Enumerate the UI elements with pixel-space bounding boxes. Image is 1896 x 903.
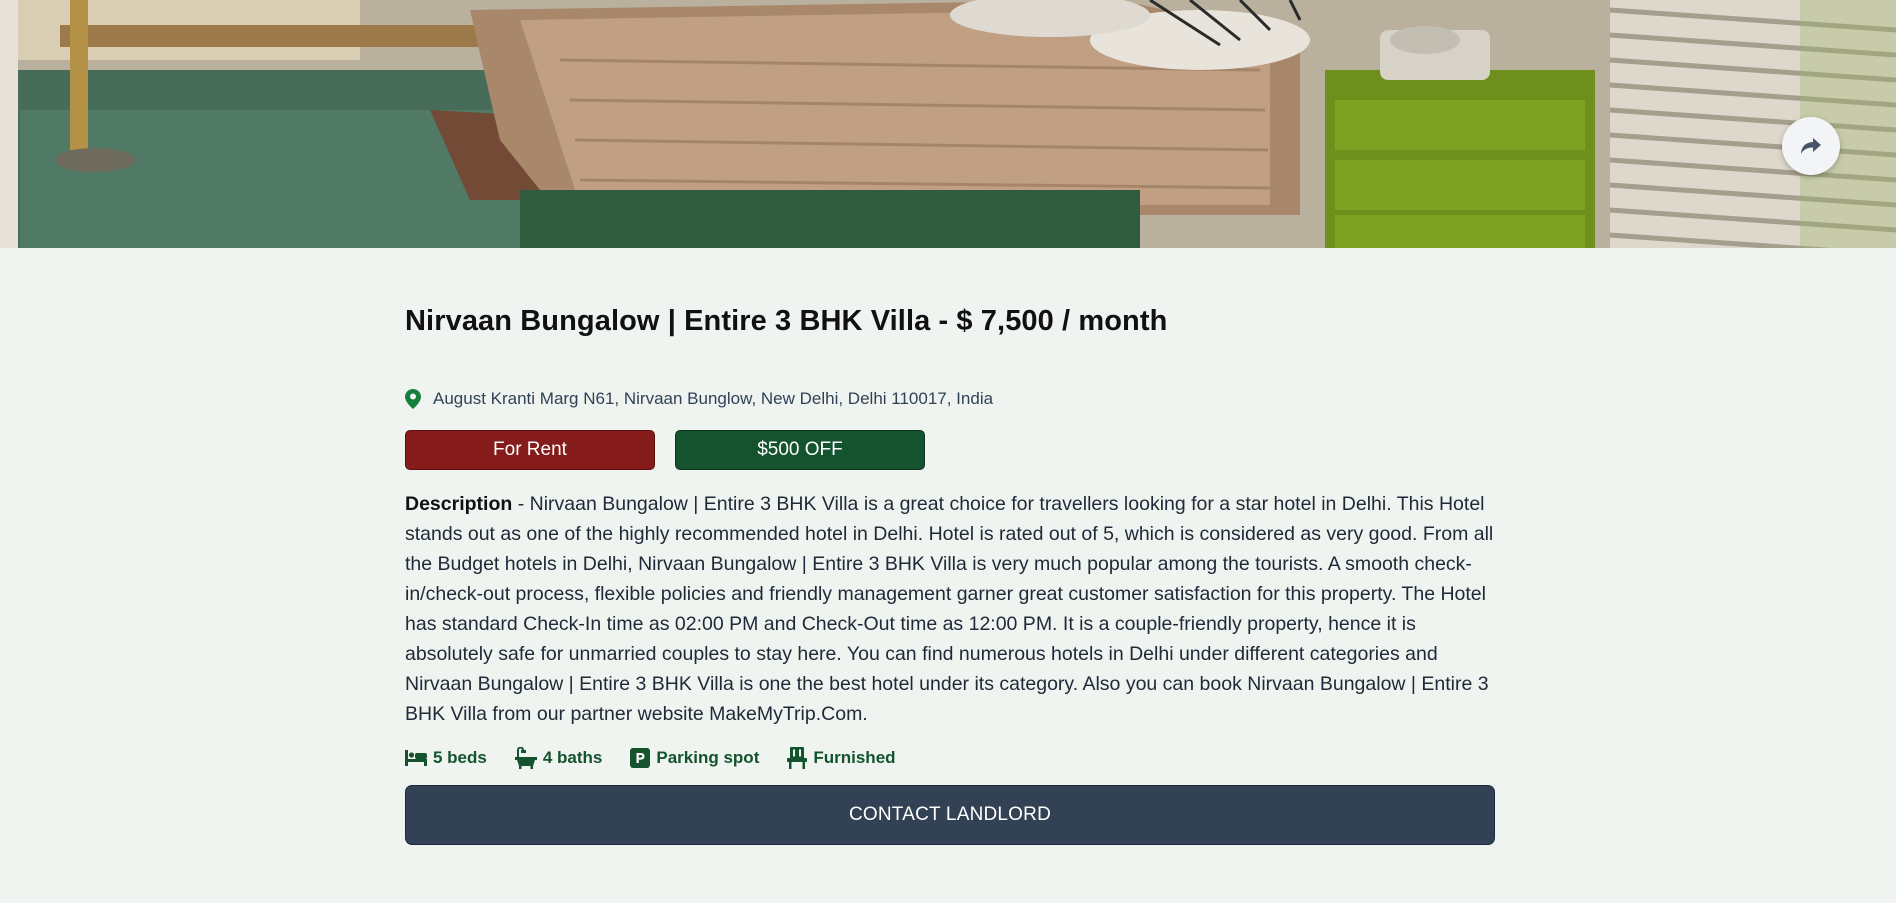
feature-baths: 4 baths bbox=[514, 747, 603, 769]
listing-description: Description - Nirvaan Bungalow | Entire … bbox=[405, 489, 1495, 729]
for-rent-badge: For Rent bbox=[405, 430, 655, 470]
description-text: - Nirvaan Bungalow | Entire 3 BHK Villa … bbox=[405, 493, 1494, 725]
contact-landlord-button[interactable]: CONTACT LANDLORD bbox=[405, 785, 1495, 845]
furnished-label: Furnished bbox=[813, 748, 896, 767]
share-forward-icon bbox=[1801, 138, 1821, 154]
feature-parking: Parking spot bbox=[630, 748, 759, 768]
baths-label: 4 baths bbox=[542, 748, 603, 767]
listing-title: Nirvaan Bungalow | Entire 3 BHK Villa - … bbox=[405, 305, 1168, 337]
share-button[interactable] bbox=[1782, 117, 1840, 175]
features-row: 5 beds 4 baths Parking spot Furnished bbox=[405, 747, 1495, 769]
bath-icon bbox=[514, 747, 537, 769]
description-label: Description bbox=[405, 493, 513, 515]
location-pin-icon bbox=[405, 389, 421, 409]
feature-furnished: Furnished bbox=[787, 747, 896, 769]
badges-row: For Rent $500 OFF bbox=[405, 430, 1495, 470]
parking-icon bbox=[630, 748, 651, 768]
discount-badge: $500 OFF bbox=[675, 430, 925, 470]
listing-details: Nirvaan Bungalow | Entire 3 BHK Villa - … bbox=[405, 248, 1495, 845]
bed-icon bbox=[405, 750, 427, 766]
address-text: August Kranti Marg N61, Nirvaan Bunglow,… bbox=[433, 389, 994, 408]
feature-beds: 5 beds bbox=[405, 748, 487, 768]
chair-icon bbox=[787, 747, 808, 769]
beds-label: 5 beds bbox=[433, 748, 487, 767]
listing-address: August Kranti Marg N61, Nirvaan Bunglow,… bbox=[405, 388, 1495, 410]
bedroom-photo bbox=[0, 0, 1896, 248]
hero-image bbox=[0, 0, 1896, 248]
parking-label: Parking spot bbox=[656, 748, 760, 767]
